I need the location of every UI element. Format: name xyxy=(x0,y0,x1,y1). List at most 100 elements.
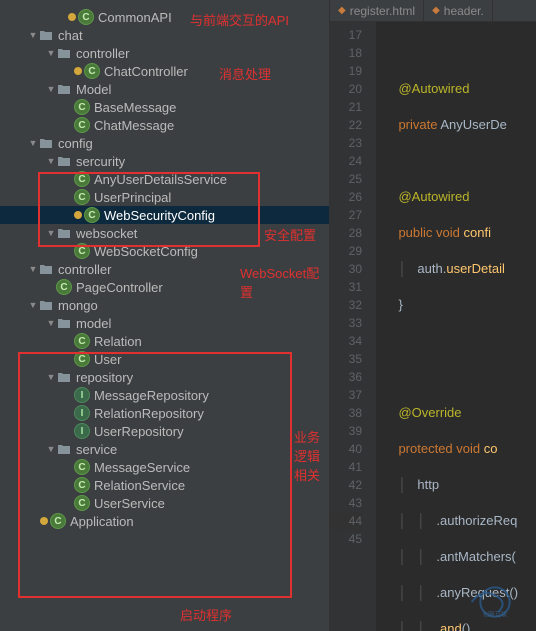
class-icon: C xyxy=(74,477,90,493)
tree-label: Application xyxy=(70,514,134,529)
folder-icon xyxy=(38,261,54,277)
tree-label: config xyxy=(58,136,93,151)
class-icon: C xyxy=(74,243,90,259)
line-gutter[interactable]: 1718192021222324252627282930313233343536… xyxy=(330,22,376,631)
folder-icon xyxy=(56,225,72,241)
folder-icon xyxy=(56,45,72,61)
tree-folder-mongo[interactable]: ▼ mongo xyxy=(0,296,329,314)
class-icon: C xyxy=(74,99,90,115)
tree-file-relation[interactable]: C Relation xyxy=(0,332,329,350)
tree-label: mongo xyxy=(58,298,98,313)
tree-file-relationrepo[interactable]: I RelationRepository xyxy=(0,404,329,422)
class-icon: C xyxy=(74,351,90,367)
vcs-dot-icon xyxy=(40,517,48,525)
expand-arrow-icon[interactable]: ▼ xyxy=(28,30,38,40)
expand-arrow-icon[interactable]: ▼ xyxy=(46,372,56,382)
tree-folder-controller2[interactable]: ▼ controller xyxy=(0,260,329,278)
expand-arrow-icon[interactable]: ▼ xyxy=(46,84,56,94)
class-icon: C xyxy=(74,495,90,511)
vcs-dot-icon xyxy=(74,211,82,219)
tree-label: controller xyxy=(58,262,111,277)
tree-label: MessageService xyxy=(94,460,190,475)
editor-panel: ◆register.html ◆header. 1718192021222324… xyxy=(330,0,536,631)
class-icon: C xyxy=(84,63,100,79)
folder-icon xyxy=(38,27,54,43)
tree-label: repository xyxy=(76,370,133,385)
tree-file-userservice[interactable]: C UserService xyxy=(0,494,329,512)
tree-file-websecurityconfig[interactable]: CWebSecurityConfig xyxy=(0,206,329,224)
tree-folder-controller[interactable]: ▼ controller xyxy=(0,44,329,62)
expand-arrow-icon[interactable]: ▼ xyxy=(46,318,56,328)
tree-label: Relation xyxy=(94,334,142,349)
tree-folder-chat[interactable]: ▼ chat xyxy=(0,26,329,44)
folder-icon xyxy=(56,441,72,457)
folder-icon xyxy=(38,297,54,313)
tab-header[interactable]: ◆header. xyxy=(424,0,493,21)
tree-label: BaseMessage xyxy=(94,100,176,115)
tree-folder-model[interactable]: ▼ Model xyxy=(0,80,329,98)
folder-icon xyxy=(56,81,72,97)
expand-arrow-icon[interactable]: ▼ xyxy=(46,444,56,454)
tree-label: User xyxy=(94,352,121,367)
class-icon: C xyxy=(74,333,90,349)
tree-label: UserRepository xyxy=(94,424,184,439)
tree-label: ChatController xyxy=(104,64,188,79)
editor-tabs[interactable]: ◆register.html ◆header. xyxy=(330,0,536,22)
class-icon: C xyxy=(74,459,90,475)
interface-icon: I xyxy=(74,405,90,421)
tree-label: AnyUserDetailsService xyxy=(94,172,227,187)
tree-file-messagerepo[interactable]: IMessageRepository xyxy=(0,386,329,404)
tree-file-chatmessage[interactable]: CChatMessage xyxy=(0,116,329,134)
tree-file-commonapi[interactable]: CCommonAPI xyxy=(0,8,329,26)
tree-file-chatcontroller[interactable]: C ChatController xyxy=(0,62,329,80)
tab-register[interactable]: ◆register.html xyxy=(330,0,424,21)
tree-file-user[interactable]: C User xyxy=(0,350,329,368)
tree-file-application[interactable]: C Application xyxy=(0,512,329,530)
project-tree[interactable]: CCommonAPI ▼chat ▼controller CChatContro… xyxy=(0,0,329,530)
tree-label: RelationRepository xyxy=(94,406,204,421)
tree-label: UserService xyxy=(94,496,165,511)
tree-file-messageservice[interactable]: C MessageService xyxy=(0,458,329,476)
tree-label: WebSecurityConfig xyxy=(104,208,215,223)
html-file-icon: ◆ xyxy=(432,5,440,16)
vcs-dot-icon xyxy=(68,13,76,21)
project-tree-panel[interactable]: CCommonAPI ▼chat ▼controller CChatContro… xyxy=(0,0,330,631)
tree-label: controller xyxy=(76,46,129,61)
svg-text:创新互联: 创新互联 xyxy=(483,611,507,619)
tree-folder-websocket[interactable]: ▼websocket xyxy=(0,224,329,242)
tree-file-anyuserdetails[interactable]: C AnyUserDetailsService xyxy=(0,170,329,188)
tree-folder-config[interactable]: ▼ config xyxy=(0,134,329,152)
tree-label: sercurity xyxy=(76,154,125,169)
tree-folder-sercurity[interactable]: ▼ sercurity xyxy=(0,152,329,170)
expand-arrow-icon[interactable]: ▼ xyxy=(28,138,38,148)
class-icon: C xyxy=(50,513,66,529)
class-icon: C xyxy=(74,189,90,205)
tree-folder-repository[interactable]: ▼ repository xyxy=(0,368,329,386)
tree-file-basemessage[interactable]: C BaseMessage xyxy=(0,98,329,116)
expand-arrow-icon[interactable]: ▼ xyxy=(46,156,56,166)
folder-icon xyxy=(38,135,54,151)
tree-folder-service[interactable]: ▼ service xyxy=(0,440,329,458)
tree-file-userprincipal[interactable]: CUserPrincipal xyxy=(0,188,329,206)
code-editor[interactable]: 1718192021222324252627282930313233343536… xyxy=(330,22,536,631)
tree-label: CommonAPI xyxy=(98,10,172,25)
tree-label: chat xyxy=(58,28,83,43)
tree-folder-model2[interactable]: ▼model xyxy=(0,314,329,332)
code-content[interactable]: @Autowired private AnyUserDe @Autowired … xyxy=(376,22,518,631)
class-icon: C xyxy=(74,171,90,187)
expand-arrow-icon[interactable]: ▼ xyxy=(46,48,56,58)
tab-label: register.html xyxy=(350,4,415,18)
class-icon: C xyxy=(74,117,90,133)
ide-root: CCommonAPI ▼chat ▼controller CChatContro… xyxy=(0,0,536,631)
folder-icon xyxy=(56,315,72,331)
expand-arrow-icon[interactable]: ▼ xyxy=(28,264,38,274)
tree-file-relationservice[interactable]: CRelationService xyxy=(0,476,329,494)
expand-arrow-icon[interactable]: ▼ xyxy=(28,300,38,310)
tree-label: service xyxy=(76,442,117,457)
interface-icon: I xyxy=(74,387,90,403)
tree-file-userrepo[interactable]: IUserRepository xyxy=(0,422,329,440)
tree-file-websocketconfig[interactable]: CWebSocketConfig xyxy=(0,242,329,260)
tree-label: Model xyxy=(76,82,111,97)
expand-arrow-icon[interactable]: ▼ xyxy=(46,228,56,238)
tree-file-pagecontroller[interactable]: CPageController xyxy=(0,278,329,296)
